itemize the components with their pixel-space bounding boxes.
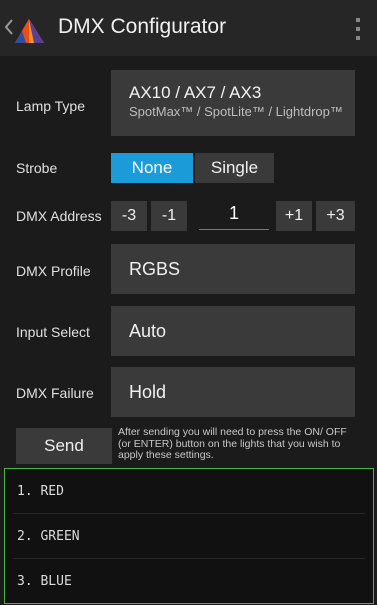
lamp-type-label: Lamp Type <box>16 98 86 114</box>
send-button[interactable]: Send <box>16 428 112 464</box>
lamp-type-secondary: SpotMax™ / SpotLite™ / Lightdrop™ <box>129 104 343 119</box>
lamp-type-primary: AX10 / AX7 / AX3 <box>129 83 262 102</box>
strobe-label: Strobe <box>16 160 58 176</box>
app-title: DMX Configurator <box>58 15 227 38</box>
dmx-profile-select[interactable]: RGBS <box>111 244 355 294</box>
dmx-failure-select[interactable]: Hold <box>111 367 355 417</box>
input-select-label: Input Select <box>16 324 90 340</box>
app-logo-icon <box>15 19 44 43</box>
dmx-failure-label: DMX Failure <box>16 385 94 401</box>
config-form: Lamp Type AX10 / AX7 / AX3 SpotMax™ / Sp… <box>0 56 377 605</box>
list-item[interactable]: 2. GREEN <box>13 514 365 559</box>
send-note: After sending you will need to press the… <box>118 426 347 461</box>
dmx-profile-label: DMX Profile <box>16 263 91 279</box>
channel-list[interactable]: 1. RED 2. GREEN 3. BLUE <box>4 468 374 604</box>
overflow-menu-icon[interactable] <box>352 16 364 42</box>
address-plus1-button[interactable]: +1 <box>276 201 312 231</box>
strobe-none-button[interactable]: None <box>111 153 193 183</box>
address-plus3-button[interactable]: +3 <box>316 201 355 231</box>
address-minus1-button[interactable]: -1 <box>151 201 187 231</box>
dmx-address-label: DMX Address <box>16 208 102 224</box>
input-select-select[interactable]: Auto <box>111 306 355 356</box>
list-item[interactable]: 3. BLUE <box>13 559 365 603</box>
list-item[interactable]: 1. RED <box>13 469 365 514</box>
strobe-single-button[interactable]: Single <box>195 153 274 183</box>
app-bar: DMX Configurator <box>0 0 377 56</box>
lamp-type-select[interactable]: AX10 / AX7 / AX3 SpotMax™ / SpotLite™ / … <box>111 70 355 136</box>
dmx-address-input[interactable]: 1 <box>199 197 269 230</box>
address-minus3-button[interactable]: -3 <box>111 201 147 231</box>
